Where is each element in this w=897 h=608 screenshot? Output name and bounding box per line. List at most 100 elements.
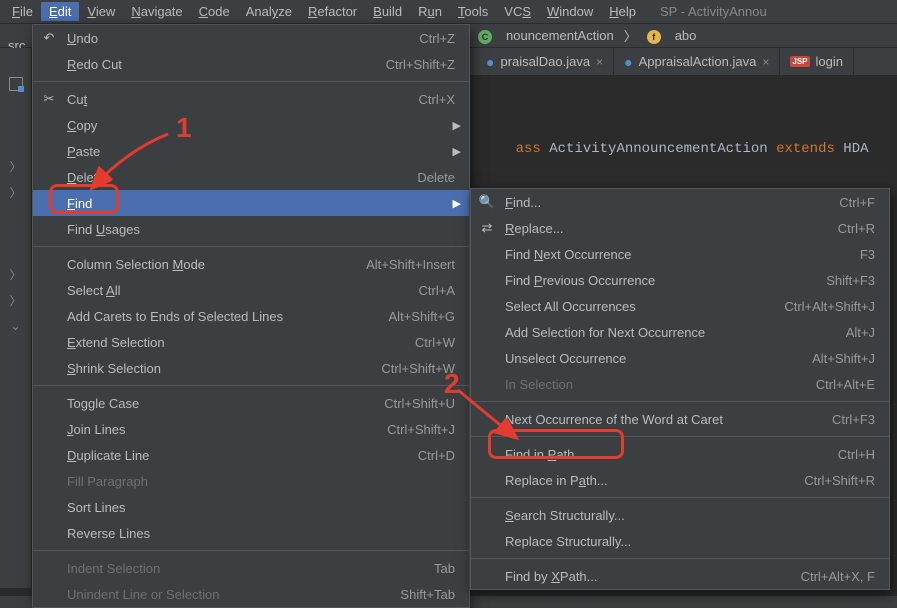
menu-item-label: Find Previous Occurrence	[505, 273, 802, 288]
edit-menu-duplicate-line[interactable]: Duplicate LineCtrl+D	[33, 442, 469, 468]
find-menu-find-next-occurrence[interactable]: Find Next OccurrenceF3	[471, 241, 889, 267]
collapse-chevron[interactable]: ⌄	[0, 314, 31, 338]
find-menu-unselect-occurrence[interactable]: Unselect OccurrenceAlt+Shift+J	[471, 345, 889, 371]
menu-item-label: Next Occurrence of the Word at Caret	[505, 412, 808, 427]
search-icon: 🔍	[479, 194, 495, 210]
menu-item-label: Reverse Lines	[67, 526, 455, 541]
menu-separator	[33, 246, 469, 247]
expand-chevron[interactable]: 〉	[0, 262, 31, 286]
field-icon: f	[647, 30, 661, 44]
expand-chevron[interactable]: 〉	[0, 154, 31, 178]
edit-menu-redo-cut[interactable]: Redo CutCtrl+Shift+Z	[33, 51, 469, 77]
edit-menu-undo[interactable]: ↶UndoCtrl+Z	[33, 25, 469, 51]
menu-item-label: Add Selection for Next Occurrence	[505, 325, 822, 340]
find-menu-find-previous-occurrence[interactable]: Find Previous Occurrence Shift+F3	[471, 267, 889, 293]
find-menu-select-all-occurrences[interactable]: Select All OccurrencesCtrl+Alt+Shift+J	[471, 293, 889, 319]
edit-menu-sort-lines[interactable]: Sort Lines	[33, 494, 469, 520]
menu-item-label: Find	[67, 196, 455, 211]
menu-separator	[33, 81, 469, 82]
field-name[interactable]: abo	[675, 28, 697, 43]
edit-menu-toggle-case[interactable]: Toggle CaseCtrl+Shift+U	[33, 390, 469, 416]
shortcut-label: Ctrl+A	[419, 283, 455, 298]
editor-tab[interactable]: JSPlogin	[780, 48, 854, 75]
menu-item-label: Redo Cut	[67, 57, 362, 72]
edit-menu-cut[interactable]: ✂CutCtrl+X	[33, 86, 469, 112]
find-menu-find-by-xpath[interactable]: Find by XPath...Ctrl+Alt+X, F	[471, 563, 889, 589]
edit-menu-paste[interactable]: Paste▶	[33, 138, 469, 164]
menu-run[interactable]: Run	[410, 2, 450, 21]
find-menu-next-occurrence-of-the-word-at-caret[interactable]: Next Occurrence of the Word at CaretCtrl…	[471, 406, 889, 432]
shortcut-label: Ctrl+Shift+W	[381, 361, 455, 376]
menu-tools[interactable]: Tools	[450, 2, 496, 21]
class-crumb[interactable]: C	[478, 28, 496, 44]
menu-item-label: Search Structurally...	[505, 508, 875, 523]
edit-menu-join-lines[interactable]: Join Lines Ctrl+Shift+J	[33, 416, 469, 442]
shortcut-label: Ctrl+F	[839, 195, 875, 210]
menu-item-label: Unselect Occurrence	[505, 351, 788, 366]
menu-item-label: Extend Selection	[67, 335, 391, 350]
edit-menu-reverse-lines[interactable]: Reverse Lines	[33, 520, 469, 546]
edit-menu-find[interactable]: Find▶	[33, 190, 469, 216]
edit-menu-delete[interactable]: DeleteDelete	[33, 164, 469, 190]
edit-menu-indent-selection: Indent SelectionTab	[33, 555, 469, 581]
menu-refactor[interactable]: Refactor	[300, 2, 365, 21]
find-menu-find-in-path[interactable]: Find in Path...Ctrl+H	[471, 441, 889, 467]
menu-separator	[471, 401, 889, 402]
tab-label: AppraisalAction.java	[639, 54, 757, 69]
menu-item-label: Join Lines	[67, 422, 363, 437]
find-menu-replace-structurally[interactable]: Replace Structurally...	[471, 528, 889, 554]
submenu-arrow-icon: ▶	[453, 197, 461, 210]
shortcut-label: Ctrl+Alt+X, F	[801, 569, 875, 584]
edit-menu-select-all[interactable]: Select All Ctrl+A	[33, 277, 469, 303]
find-menu-replace-in-path[interactable]: Replace in Path...Ctrl+Shift+R	[471, 467, 889, 493]
menu-item-label: Shrink Selection	[67, 361, 357, 376]
breadcrumb-sep: 〉	[624, 26, 637, 45]
expand-chevron[interactable]: 〉	[0, 180, 31, 204]
edit-menu-column-selection-mode[interactable]: Column Selection ModeAlt+Shift+Insert	[33, 251, 469, 277]
close-tab-icon[interactable]: ×	[596, 55, 603, 69]
find-menu-in-selection: In SelectionCtrl+Alt+E	[471, 371, 889, 397]
menu-item-label: Unindent Line or Selection	[67, 587, 376, 602]
menu-separator	[471, 497, 889, 498]
menu-build[interactable]: Build	[365, 2, 410, 21]
menu-item-label: Find Usages	[67, 222, 455, 237]
edit-menu-extend-selection[interactable]: Extend SelectionCtrl+W	[33, 329, 469, 355]
shortcut-label: F3	[860, 247, 875, 262]
edit-menu-shrink-selection[interactable]: Shrink Selection Ctrl+Shift+W	[33, 355, 469, 381]
menu-navigate[interactable]: Navigate	[123, 2, 190, 21]
editor-tab[interactable]: ● AppraisalAction.java ×	[614, 48, 780, 75]
menu-item-label: Add Carets to Ends of Selected Lines	[67, 309, 365, 324]
menu-item-label: Delete	[67, 170, 393, 185]
editor-tab[interactable]: ●praisalDao.java×	[476, 48, 614, 75]
menu-analyze[interactable]: Analyze	[238, 2, 300, 21]
find-menu-replace[interactable]: ⇄Replace...Ctrl+R	[471, 215, 889, 241]
find-menu-find[interactable]: 🔍Find...Ctrl+F	[471, 189, 889, 215]
close-tab-icon[interactable]: ×	[762, 55, 769, 69]
edit-menu-copy[interactable]: Copy▶	[33, 112, 469, 138]
menu-item-label: Select All	[67, 283, 395, 298]
jsp-file-icon: JSP	[790, 56, 809, 67]
menu-file[interactable]: File	[4, 2, 41, 21]
menu-separator	[33, 385, 469, 386]
find-submenu-dropdown: 🔍Find...Ctrl+F⇄Replace...Ctrl+RFind Next…	[470, 188, 890, 590]
java-file-icon: ●	[624, 54, 632, 70]
find-menu-add-selection-for-next-occurrence[interactable]: Add Selection for Next OccurrenceAlt+J	[471, 319, 889, 345]
edit-menu-find-usages[interactable]: Find Usages	[33, 216, 469, 242]
class-name[interactable]: nouncementAction	[506, 28, 614, 43]
menu-view[interactable]: View	[79, 2, 123, 21]
class-icon: C	[478, 30, 492, 44]
shortcut-label: Tab	[434, 561, 455, 576]
edit-menu-add-carets-to-ends-of-selected-lines[interactable]: Add Carets to Ends of Selected LinesAlt+…	[33, 303, 469, 329]
field-crumb[interactable]: f	[647, 28, 665, 44]
menu-window[interactable]: Window	[539, 2, 601, 21]
menu-separator	[471, 436, 889, 437]
shortcut-label: Ctrl+Shift+J	[387, 422, 455, 437]
project-icon[interactable]	[0, 72, 31, 96]
menu-code[interactable]: Code	[191, 2, 238, 21]
find-menu-search-structurally[interactable]: Search Structurally...	[471, 502, 889, 528]
menu-edit[interactable]: Edit	[41, 2, 79, 21]
menu-help[interactable]: Help	[601, 2, 644, 21]
menu-vcs[interactable]: VCS	[496, 2, 539, 21]
shortcut-label: Shift+F3	[826, 273, 875, 288]
expand-chevron[interactable]: 〉	[0, 288, 31, 312]
